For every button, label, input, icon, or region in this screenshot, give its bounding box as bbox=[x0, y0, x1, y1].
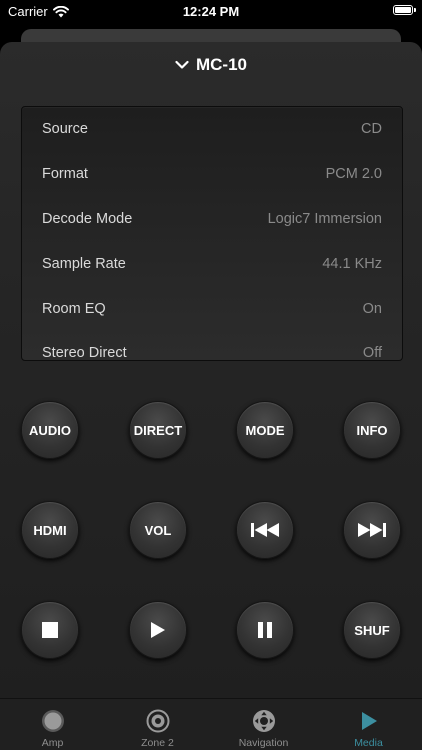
info-value: Off bbox=[362, 345, 382, 361]
audio-button[interactable]: AUDIO bbox=[21, 401, 79, 459]
chevron-down-icon bbox=[175, 60, 189, 69]
battery-icon bbox=[393, 5, 416, 15]
info-row-sample-rate: Sample Rate 44.1 KHz bbox=[22, 252, 402, 276]
info-label: Format bbox=[42, 166, 88, 182]
play-button[interactable] bbox=[129, 601, 187, 659]
vol-button[interactable]: VOL bbox=[129, 501, 187, 559]
mode-button[interactable]: MODE bbox=[236, 401, 294, 459]
status-bar: Carrier 12:24 PM bbox=[0, 0, 422, 24]
tab-amp[interactable]: Amp bbox=[0, 699, 105, 750]
info-label: Sample Rate bbox=[42, 256, 126, 272]
direct-button[interactable]: DIRECT bbox=[129, 401, 187, 459]
clock: 12:24 PM bbox=[182, 4, 240, 19]
info-row-format: Format PCM 2.0 bbox=[22, 162, 402, 186]
next-track-icon bbox=[358, 523, 386, 537]
info-value: PCM 2.0 bbox=[325, 166, 382, 182]
previous-track-button[interactable] bbox=[236, 501, 294, 559]
stop-button[interactable] bbox=[21, 601, 79, 659]
device-title: MC-10 bbox=[195, 55, 247, 74]
tab-label: Zone 2 bbox=[141, 737, 174, 749]
info-label: Decode Mode bbox=[42, 211, 133, 227]
pause-button[interactable] bbox=[236, 601, 294, 659]
info-row-stereo-direct: Stereo Direct Off bbox=[22, 341, 402, 361]
play-icon bbox=[151, 622, 165, 638]
info-label: Source bbox=[42, 121, 88, 137]
info-value: 44.1 KHz bbox=[322, 256, 382, 272]
tab-label: Amp bbox=[41, 737, 64, 749]
next-track-button[interactable] bbox=[343, 501, 401, 559]
info-row-source: Source CD bbox=[22, 117, 402, 141]
info-row-room-eq: Room EQ On bbox=[22, 297, 402, 321]
tab-media[interactable]: Media bbox=[316, 699, 421, 750]
tab-zone-2[interactable]: Zone 2 bbox=[105, 699, 210, 750]
info-label: Room EQ bbox=[42, 301, 106, 317]
tab-bar: Amp Zone 2 Navigation Media bbox=[0, 698, 422, 750]
pause-icon bbox=[258, 622, 272, 638]
info-value: CD bbox=[361, 121, 382, 137]
info-row-decode-mode: Decode Mode Logic7 Immersion bbox=[22, 207, 402, 231]
tab-label: Navigation bbox=[238, 737, 289, 749]
previous-track-icon bbox=[251, 523, 279, 537]
screen: Carrier 12:24 PM MC-10 Source CD Format … bbox=[0, 0, 422, 750]
info-value: On bbox=[362, 301, 382, 317]
tab-label: Media bbox=[354, 737, 383, 749]
navigation-icon bbox=[252, 710, 275, 732]
stop-icon bbox=[42, 622, 58, 638]
media-icon bbox=[361, 712, 377, 730]
amp-icon bbox=[41, 710, 64, 732]
tab-navigation[interactable]: Navigation bbox=[211, 699, 316, 750]
shuffle-button[interactable]: SHUF bbox=[343, 601, 401, 659]
status-info-panel[interactable]: Source CD Format PCM 2.0 Decode Mode Log… bbox=[21, 106, 403, 361]
device-selector[interactable]: MC-10 bbox=[0, 53, 422, 77]
info-label: Stereo Direct bbox=[42, 345, 127, 361]
zone2-icon bbox=[146, 709, 169, 733]
info-button[interactable]: INFO bbox=[343, 401, 401, 459]
info-value: Logic7 Immersion bbox=[267, 211, 382, 227]
hdmi-button[interactable]: HDMI bbox=[21, 501, 79, 559]
